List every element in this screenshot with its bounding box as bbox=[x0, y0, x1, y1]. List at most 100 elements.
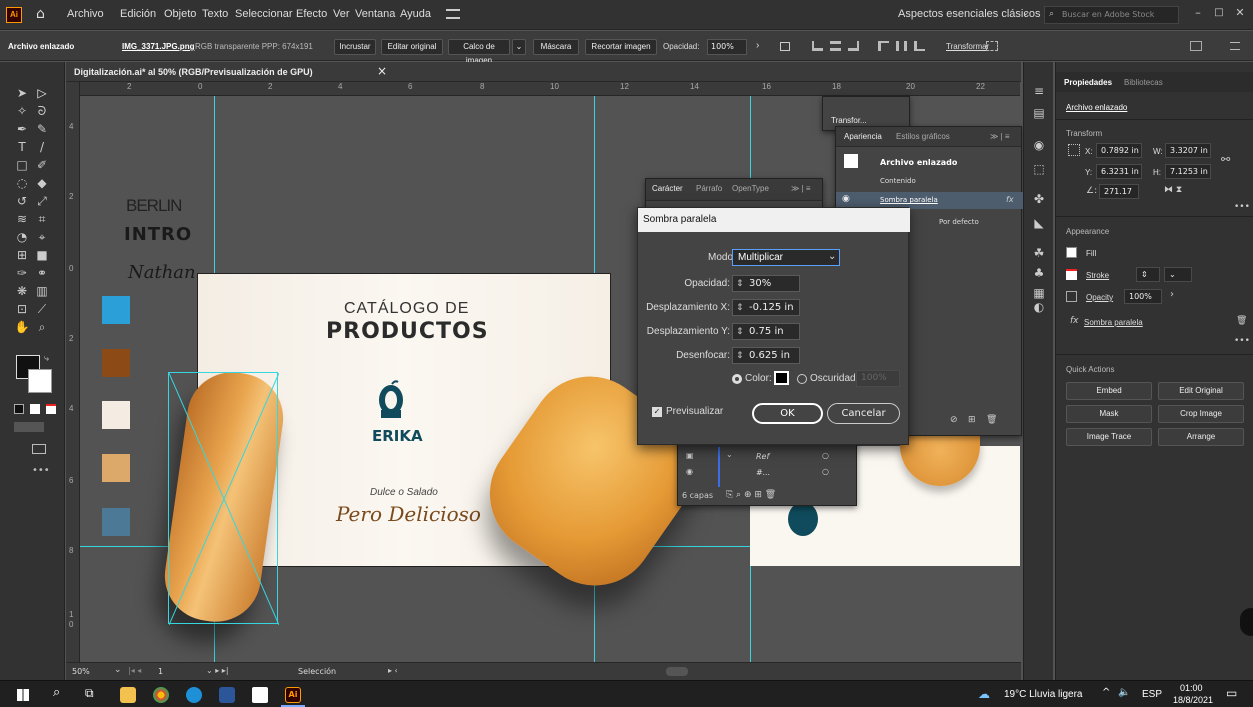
close-tab-button[interactable]: × bbox=[377, 64, 387, 78]
appearance-content-row[interactable]: Contenido bbox=[880, 177, 916, 185]
eraser-tool-icon[interactable]: ◆ bbox=[34, 176, 50, 190]
close-window-button[interactable]: ✕ bbox=[1231, 3, 1249, 25]
cookie-image[interactable] bbox=[900, 436, 980, 486]
layer-visibility-icon[interactable]: ▣ bbox=[686, 451, 694, 460]
artboard-number[interactable]: 1 bbox=[158, 667, 163, 676]
menu-objeto[interactable]: Objeto bbox=[164, 8, 196, 20]
opacity-field[interactable]: 100% bbox=[1124, 289, 1162, 304]
pen-tool-icon[interactable]: ✒ bbox=[14, 122, 30, 136]
edge-icon[interactable] bbox=[186, 687, 202, 703]
color-radio[interactable] bbox=[732, 374, 742, 384]
embed-button[interactable]: Embed bbox=[1066, 382, 1152, 400]
opacity-label[interactable]: Opacity bbox=[1086, 293, 1113, 302]
width-field[interactable]: 3.3207 in bbox=[1165, 143, 1211, 158]
crop-image-button[interactable]: Crop Image bbox=[1158, 405, 1244, 423]
tab-opentype[interactable]: OpenType bbox=[732, 184, 769, 193]
add-new-icon[interactable]: ⊞ bbox=[968, 415, 976, 425]
offset-x-field[interactable]: ⇕ -0.125 in bbox=[732, 299, 800, 316]
menu-efecto[interactable]: Efecto bbox=[296, 8, 327, 20]
more-tools-icon[interactable]: ••• bbox=[32, 465, 50, 476]
notifications-icon[interactable]: ▭ bbox=[1226, 686, 1237, 700]
color-swatch-cream[interactable] bbox=[102, 401, 130, 429]
fx-icon[interactable]: fx bbox=[1006, 195, 1014, 204]
minimize-button[interactable]: – bbox=[1189, 3, 1207, 25]
flip-icons[interactable]: ⧓ ⧗ bbox=[1164, 185, 1182, 195]
selection-tool-icon[interactable]: ➤ bbox=[14, 86, 30, 100]
symbol-sprayer-tool-icon[interactable]: ❋ bbox=[14, 284, 30, 298]
blur-field[interactable]: ⇕ 0.625 in bbox=[732, 347, 800, 364]
collapse-panel-button[interactable] bbox=[1240, 608, 1253, 636]
mesh-tool-icon[interactable]: ⊞ bbox=[14, 248, 30, 262]
menu-ventana[interactable]: Ventana bbox=[355, 8, 395, 20]
cancel-button[interactable]: Cancelar bbox=[827, 403, 900, 424]
effect-link[interactable]: Sombra paralela bbox=[1084, 318, 1143, 327]
x-field[interactable]: 0.7892 in bbox=[1096, 143, 1142, 158]
preview-checkbox[interactable]: ✓ bbox=[652, 407, 662, 417]
windows-start-icon[interactable] bbox=[17, 689, 29, 701]
eyedropper-tool-icon[interactable]: ✑ bbox=[14, 266, 30, 280]
app-icon[interactable] bbox=[252, 687, 268, 703]
artwork-text-berlin[interactable]: BERLIN bbox=[126, 196, 182, 216]
layer-target-icon[interactable]: ○ bbox=[822, 451, 829, 460]
tab-caracter[interactable]: Carácter bbox=[652, 184, 683, 193]
y-field[interactable]: 6.3231 in bbox=[1096, 164, 1142, 179]
word-icon[interactable] bbox=[219, 687, 235, 703]
gradient-panel-icon[interactable]: ♣ bbox=[1031, 266, 1047, 280]
tab-bibliotecas[interactable]: Bibliotecas bbox=[1124, 78, 1163, 87]
current-tool-status[interactable]: Selección bbox=[298, 667, 336, 676]
panel-menu-icon[interactable]: ≫ | ≡ bbox=[990, 132, 1010, 141]
horizontal-scrollbar[interactable] bbox=[666, 667, 688, 676]
clock-date[interactable]: 18/8/2021 bbox=[1173, 695, 1213, 705]
search-icon[interactable]: ⌕ bbox=[53, 685, 60, 700]
paintbrush-tool-icon[interactable]: ✐ bbox=[34, 158, 50, 172]
zoom-level[interactable]: 50% bbox=[72, 667, 90, 676]
file-explorer-icon[interactable] bbox=[120, 687, 136, 703]
weather-text[interactable]: 19°C Lluvia ligera bbox=[1004, 689, 1083, 700]
image-trace-button[interactable]: Image Trace bbox=[1066, 428, 1152, 446]
home-icon[interactable]: ⌂ bbox=[36, 6, 45, 22]
volume-icon[interactable]: 🔈 bbox=[1118, 687, 1130, 698]
chrome-icon[interactable] bbox=[153, 687, 169, 703]
blend-tool-icon[interactable]: ⚭ bbox=[34, 266, 50, 280]
layer-expand-icon[interactable]: ⌄ bbox=[726, 450, 733, 459]
stroke-weight-dropdown[interactable]: ⌄ bbox=[1164, 267, 1192, 282]
slice-tool-icon[interactable]: ⟋ bbox=[34, 302, 50, 316]
fill-label[interactable]: Fill bbox=[1086, 249, 1096, 258]
layers-panel-icon[interactable]: ▤ bbox=[1031, 106, 1047, 120]
layer-eye-icon[interactable]: ◉ bbox=[686, 467, 693, 476]
mask-button[interactable]: Máscara bbox=[533, 39, 579, 55]
fill-swatch[interactable] bbox=[1066, 247, 1077, 258]
tab-parrafo[interactable]: Párrafo bbox=[696, 184, 722, 193]
opacity-field[interactable]: 100% bbox=[707, 39, 747, 55]
layers-footer-icons[interactable]: ⎘ ⌕ ⊕ ⊞ 🗑 bbox=[726, 490, 776, 500]
mode-dropdown[interactable]: Multiplicar ⌄ bbox=[732, 249, 840, 266]
color-swatch-steel[interactable] bbox=[102, 508, 130, 536]
align-bottom-icon[interactable] bbox=[914, 41, 925, 51]
gradient-tool-icon[interactable]: ■ bbox=[34, 248, 50, 262]
illustrator-taskbar-icon[interactable]: Ai bbox=[285, 687, 301, 703]
none-mode-icon[interactable] bbox=[46, 404, 56, 414]
more-options-icon[interactable]: ••• bbox=[1234, 202, 1250, 212]
tab-propiedades[interactable]: Propiedades bbox=[1064, 78, 1112, 87]
darkness-radio[interactable] bbox=[797, 374, 807, 384]
tray-chevron-icon[interactable]: ^ bbox=[1102, 687, 1110, 698]
clock-time[interactable]: 01:00 bbox=[1180, 683, 1203, 693]
status-arrow-icon[interactable]: ▸ ‹ bbox=[388, 666, 398, 675]
line-tool-icon[interactable]: / bbox=[34, 140, 50, 154]
height-field[interactable]: 7.1253 in bbox=[1165, 164, 1211, 179]
graph-tool-icon[interactable]: ▥ bbox=[34, 284, 50, 298]
transparency-panel-icon[interactable]: ▦ bbox=[1031, 286, 1047, 300]
isolate-icon[interactable] bbox=[986, 41, 998, 51]
lasso-tool-icon[interactable]: ᘐ bbox=[34, 104, 50, 118]
horizontal-ruler[interactable]: 2 0 2 4 6 8 10 12 14 16 18 20 22 bbox=[80, 82, 1020, 96]
curvature-tool-icon[interactable]: ✎ bbox=[34, 122, 50, 136]
appearance-effect-name[interactable]: Sombra paralela bbox=[880, 196, 938, 204]
screen-mode-icon[interactable] bbox=[32, 444, 46, 454]
reference-point-icon[interactable] bbox=[1068, 144, 1080, 156]
crop-image-button[interactable]: Recortar imagen bbox=[585, 39, 657, 55]
rectangle-tool-icon[interactable]: □ bbox=[14, 158, 30, 172]
eye-icon[interactable]: ◉ bbox=[842, 194, 850, 204]
opacity-field[interactable]: ⇕ 30% bbox=[732, 275, 800, 292]
chevron-right-icon[interactable]: › bbox=[756, 40, 759, 51]
maximize-button[interactable]: □ bbox=[1210, 3, 1228, 25]
